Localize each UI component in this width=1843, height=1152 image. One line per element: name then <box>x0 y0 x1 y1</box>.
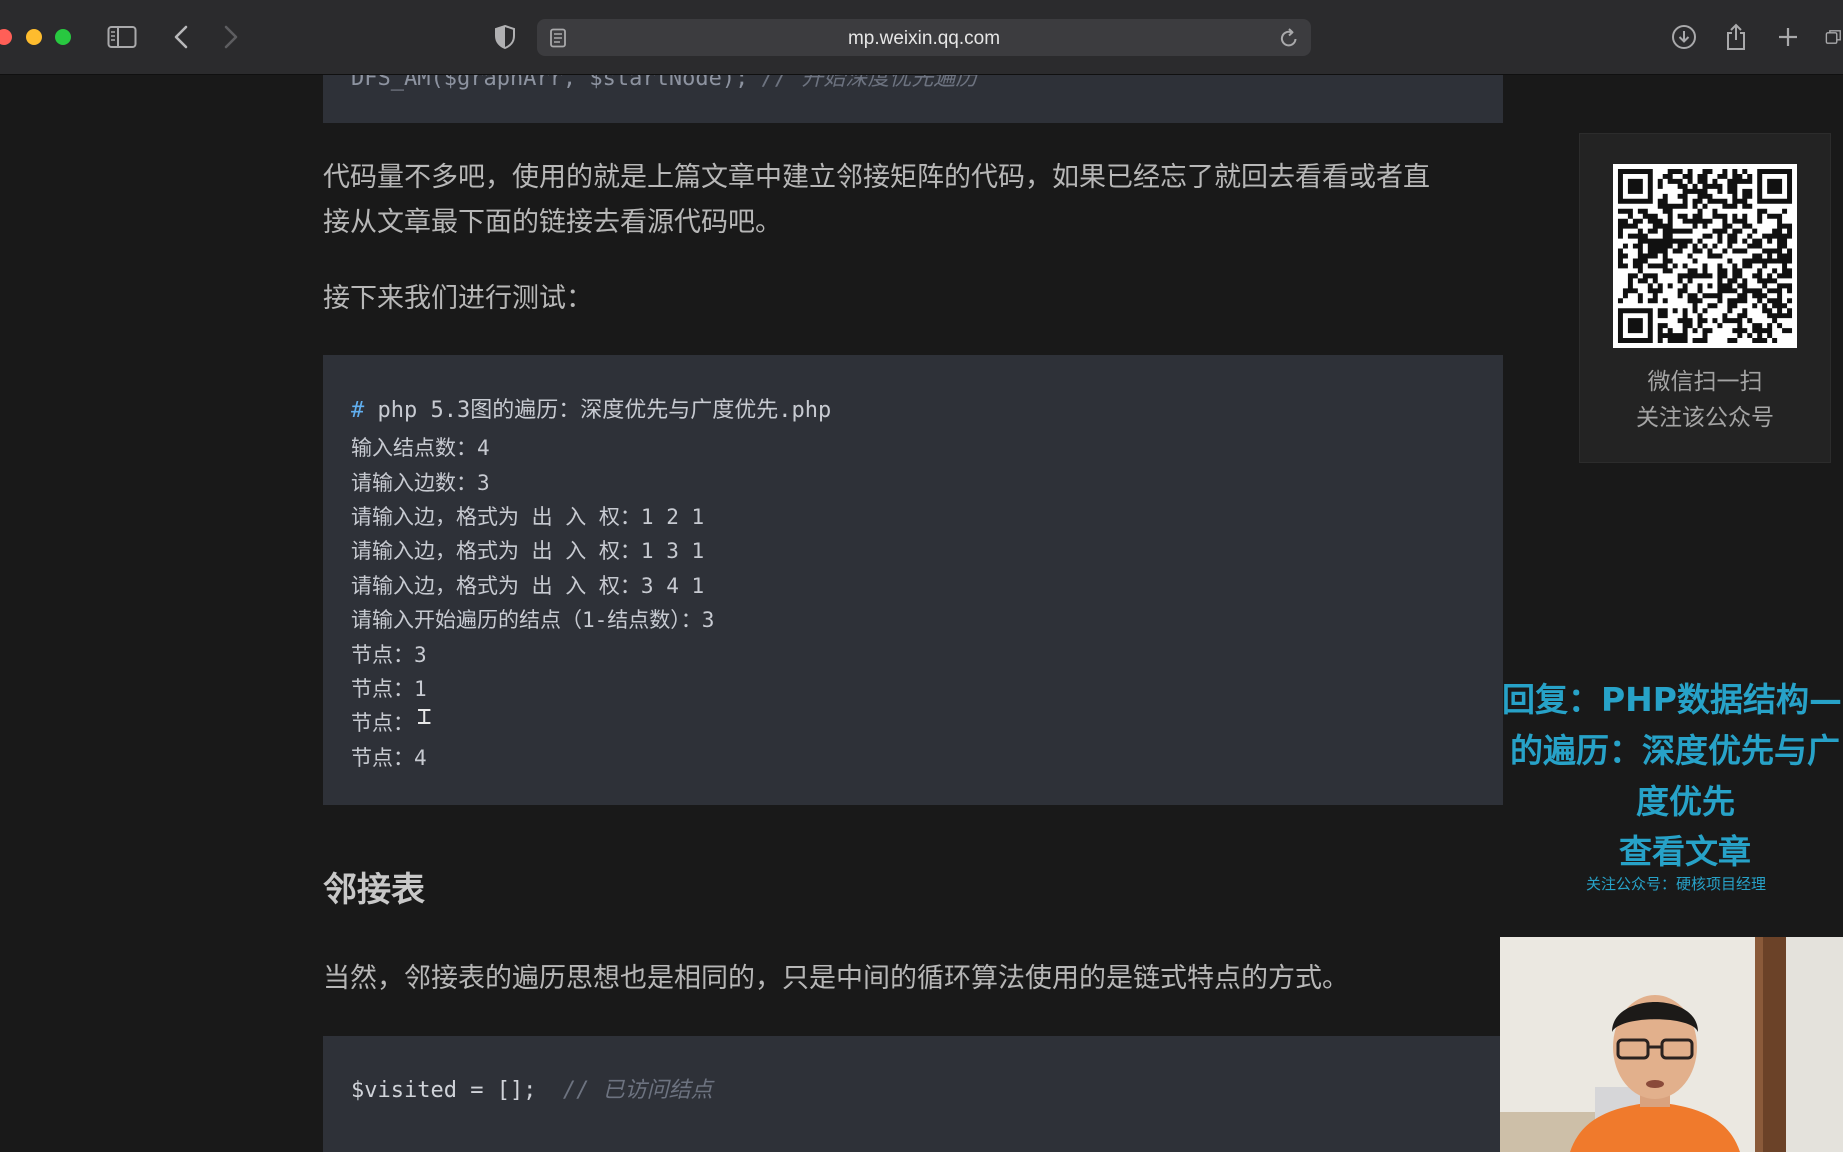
output-line: 请输入边，格式为 出 入 权：3 4 1 <box>351 574 705 598</box>
qr-caption: 微信扫一扫 <box>1647 369 1763 395</box>
minimize-window-button[interactable] <box>26 29 42 45</box>
new-tab-plus-icon[interactable] <box>1774 22 1802 52</box>
qr-caption: 关注该公众号 <box>1636 405 1774 431</box>
downloads-icon[interactable] <box>1670 22 1698 52</box>
sidebar-toggle-icon[interactable] <box>106 22 138 52</box>
paragraph-test: 接下来我们进行测试： <box>323 283 593 314</box>
url-text[interactable]: mp.weixin.qq.com <box>537 28 1311 50</box>
paragraph-line: 接从文章最下面的链接去看源代码吧。 <box>323 207 782 238</box>
forward-arrow-icon[interactable] <box>220 22 242 52</box>
section-heading: 邻接表 <box>323 870 425 910</box>
reload-icon[interactable] <box>1279 27 1299 53</box>
address-bar[interactable]: mp.weixin.qq.com <box>537 19 1311 56</box>
qr-code-card: 微信扫一扫 关注该公众号 <box>1579 133 1831 463</box>
output-line: 请输入边数：3 <box>351 471 490 495</box>
overlay-text: 度优先 <box>1636 782 1735 821</box>
output-line: 请输入开始遍历的结点（1-结点数）：3 <box>351 608 715 632</box>
overlay-text: 的遍历：深度优先与广 <box>1510 731 1840 770</box>
output-line: 节点：3 <box>351 643 427 667</box>
terminal-output-block: # php 5.3图的遍历：深度优先与广度优先.php 输入结点数：4 请输入边… <box>323 355 1503 805</box>
share-icon[interactable] <box>1722 22 1750 52</box>
command-line: # php 5.3图的遍历：深度优先与广度优先.php <box>351 398 832 423</box>
text-cursor-icon: ⌶ <box>417 702 432 730</box>
code-block-previous: DFS_AM($graphArr, $startNode); // 开始深度优先… <box>323 74 1503 123</box>
paragraph-intro: 代码量不多吧，使用的就是上篇文章中建立邻接矩阵的代码，如果已经忘了就回去看看或者… <box>323 155 1503 245</box>
qr-code-image <box>1613 164 1797 348</box>
privacy-shield-icon[interactable] <box>492 22 518 52</box>
output-line: 节点：1 <box>351 677 427 701</box>
paragraph-adjacency-list: 当然，邻接表的遍历思想也是相同的，只是中间的循环算法使用的是链式特点的方式。 <box>323 963 1349 994</box>
overlay-text: 回复：PHP数据结构— <box>1502 680 1842 719</box>
code-block-next: $visited = []; // 已访问结点 <box>323 1036 1503 1152</box>
overlay-text: 查看文章 <box>1619 832 1751 871</box>
overlay-subtext: 关注公众号：硬核项目经理 <box>1586 875 1767 893</box>
code-line: $visited = []; // 已访问结点 <box>351 1078 713 1103</box>
output-line: 节点：4 <box>351 746 427 770</box>
zoom-window-button[interactable] <box>55 29 71 45</box>
close-window-button[interactable] <box>0 29 12 45</box>
webcam-video <box>1500 937 1843 1152</box>
paragraph-line: 代码量不多吧，使用的就是上篇文章中建立邻接矩阵的代码，如果已经忘了就回去看看或者… <box>323 162 1430 193</box>
tab-overview-icon[interactable] <box>1825 22 1843 52</box>
output-line: 请输入边，格式为 出 入 权：1 3 1 <box>351 539 705 563</box>
back-arrow-icon[interactable] <box>170 22 192 52</box>
browser-toolbar: mp.weixin.qq.com <box>0 0 1843 75</box>
output-line: 节点： <box>351 711 414 735</box>
code-line: DFS_AM($graphArr, $startNode); // 开始深度优先… <box>351 74 978 91</box>
output-line: 输入结点数：4 <box>351 436 490 460</box>
output-line: 请输入边，格式为 出 入 权：1 2 1 <box>351 505 705 529</box>
